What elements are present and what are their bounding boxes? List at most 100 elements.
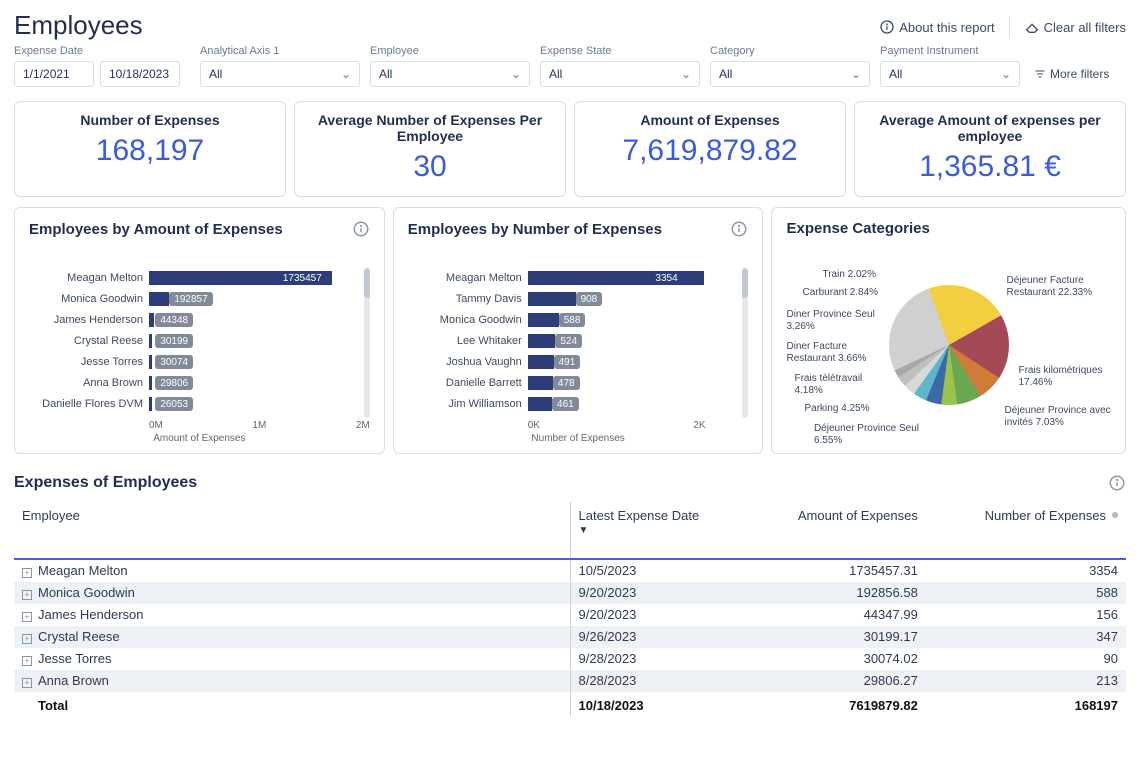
filter-label-employee: Employee — [370, 45, 530, 57]
bar-chart-amount[interactable]: Meagan Melton 1735457 Monica Goodwin 192… — [29, 268, 360, 418]
date-from-input[interactable]: 1/1/2021 — [14, 61, 94, 87]
bar-row[interactable]: Danielle Flores DVM 26053 — [29, 394, 360, 414]
table-row[interactable]: +Anna Brown 8/28/2023 29806.27 213 — [14, 670, 1126, 692]
bar-row[interactable]: Jesse Torres 30074 — [29, 352, 360, 372]
sort-desc-icon: ▼ — [579, 525, 718, 536]
scrollbar[interactable] — [742, 268, 748, 418]
expand-icon[interactable]: + — [22, 678, 32, 688]
bar-label: Jim Williamson — [408, 398, 528, 410]
table-row[interactable]: +Meagan Melton 10/5/2023 1735457.31 3354 — [14, 559, 1126, 582]
bar-row[interactable]: Monica Goodwin 192857 — [29, 289, 360, 309]
bar-label: Jesse Torres — [29, 356, 149, 368]
bar-label: James Henderson — [29, 314, 149, 326]
more-filters-link[interactable]: More filters — [1034, 61, 1109, 87]
page-title: Employees — [14, 10, 143, 41]
chart-card-amount: Employees by Amount of Expenses Meagan M… — [14, 207, 385, 454]
expand-icon[interactable]: + — [22, 568, 32, 578]
table-row[interactable]: +Crystal Reese 9/26/2023 30199.17 347 — [14, 626, 1126, 648]
filter-label-date: Expense Date — [14, 45, 190, 57]
pie-slice-label: Déjeuner FactureRestaurant 22.33% — [1006, 275, 1092, 299]
employee-select[interactable]: All⌄ — [370, 61, 530, 87]
table-total-row: Total 10/18/2023 7619879.82 168197 — [14, 692, 1126, 717]
bar-label: Meagan Melton — [29, 272, 149, 284]
payment-select[interactable]: All⌄ — [880, 61, 1020, 87]
bar-row[interactable]: Meagan Melton 3354 — [408, 268, 739, 288]
bar-row[interactable]: Anna Brown 29806 — [29, 373, 360, 393]
bar-row[interactable]: Meagan Melton 1735457 — [29, 268, 360, 288]
expand-icon[interactable]: + — [22, 612, 32, 622]
expand-icon[interactable]: + — [22, 590, 32, 600]
expenses-table[interactable]: Employee Latest Expense Date▼ Amount of … — [14, 502, 1126, 717]
bar-row[interactable]: Monica Goodwin 588 — [408, 310, 739, 330]
column-header-count[interactable]: Number of Expenses — [926, 502, 1126, 559]
metric-title: Number of Expenses — [29, 112, 271, 128]
scrollbar[interactable] — [364, 268, 370, 418]
about-report-label: About this report — [899, 20, 994, 35]
info-icon[interactable] — [730, 220, 748, 238]
eraser-icon — [1024, 19, 1040, 35]
date-to-input[interactable]: 10/18/2023 — [100, 61, 180, 87]
pie-slice-label: Diner Province Seul3.26% — [786, 309, 874, 333]
metric-card-avg-count: Average Number of Expenses Per Employee … — [294, 101, 566, 197]
pie-slice-label: Frais télétravail4.18% — [794, 373, 862, 397]
filter-label-category: Category — [710, 45, 870, 57]
pie-slice-label: Train 2.02% — [822, 269, 876, 281]
filter-label-payment: Payment Instrument — [880, 45, 1020, 57]
bar-label: Monica Goodwin — [29, 293, 149, 305]
bar-label: Monica Goodwin — [408, 314, 528, 326]
axis-label: Number of Expenses — [408, 433, 749, 444]
state-select[interactable]: All⌄ — [540, 61, 700, 87]
about-report-link[interactable]: About this report — [879, 19, 994, 35]
bar-row[interactable]: Joshua Vaughn 491 — [408, 352, 739, 372]
bar-label: Lee Whitaker — [408, 335, 528, 347]
options-icon[interactable] — [1112, 512, 1118, 518]
chart-card-pie: Expense Categories Déjeuner FactureResta… — [771, 207, 1126, 454]
table-row[interactable]: +James Henderson 9/20/2023 44347.99 156 — [14, 604, 1126, 626]
expand-icon[interactable]: + — [22, 656, 32, 666]
metric-title: Average Amount of expenses per employee — [869, 112, 1111, 144]
bar-label: Anna Brown — [29, 377, 149, 389]
pie-slice-label: Parking 4.25% — [804, 403, 869, 415]
axis-select[interactable]: All⌄ — [200, 61, 360, 87]
metric-title: Average Number of Expenses Per Employee — [309, 112, 551, 144]
pie-slice-label: Frais kilométriques17.46% — [1018, 365, 1102, 389]
table-row[interactable]: +Jesse Torres 9/28/2023 30074.02 90 — [14, 648, 1126, 670]
info-icon — [879, 19, 895, 35]
column-header-date[interactable]: Latest Expense Date▼ — [570, 502, 726, 559]
metric-value: 30 — [309, 150, 551, 184]
bar-row[interactable]: Danielle Barrett 478 — [408, 373, 739, 393]
pie-chart[interactable]: Déjeuner FactureRestaurant 22.33% Frais k… — [786, 245, 1111, 445]
bar-label: Tammy Davis — [408, 293, 528, 305]
bar-row[interactable]: Crystal Reese 30199 — [29, 331, 360, 351]
info-icon[interactable] — [1108, 474, 1126, 492]
chevron-down-icon: ⌄ — [681, 67, 691, 81]
metric-value: 1,365.81 € — [869, 150, 1111, 184]
clear-filters-link[interactable]: Clear all filters — [1024, 19, 1126, 35]
bar-chart-count[interactable]: Meagan Melton 3354 Tammy Davis 908 Monic… — [408, 268, 739, 418]
chevron-down-icon: ⌄ — [341, 67, 351, 81]
info-icon[interactable] — [352, 220, 370, 238]
filter-icon — [1034, 68, 1046, 80]
chart-title: Employees by Number of Expenses — [408, 221, 662, 238]
chart-title: Expense Categories — [786, 220, 929, 237]
chevron-down-icon: ⌄ — [511, 67, 521, 81]
table-row[interactable]: +Monica Goodwin 9/20/2023 192856.58 588 — [14, 582, 1126, 604]
divider — [1009, 16, 1010, 38]
filter-label-state: Expense State — [540, 45, 700, 57]
metric-value: 7,619,879.82 — [589, 134, 831, 168]
column-header-amount[interactable]: Amount of Expenses — [726, 502, 926, 559]
column-header-employee[interactable]: Employee — [14, 502, 570, 559]
expand-icon[interactable]: + — [22, 634, 32, 644]
metric-card-expenses-count: Number of Expenses 168,197 — [14, 101, 286, 197]
category-select[interactable]: All⌄ — [710, 61, 870, 87]
chart-title: Employees by Amount of Expenses — [29, 221, 283, 238]
pie-slice-label: Déjeuner Province avecinvités 7.03% — [1004, 405, 1110, 429]
filter-label-axis: Analytical Axis 1 — [200, 45, 360, 57]
bar-row[interactable]: James Henderson 44348 — [29, 310, 360, 330]
table-title: Expenses of Employees — [14, 474, 197, 492]
chart-card-count: Employees by Number of Expenses Meagan M… — [393, 207, 764, 454]
bar-row[interactable]: Jim Williamson 461 — [408, 394, 739, 414]
metric-value: 168,197 — [29, 134, 271, 168]
bar-row[interactable]: Lee Whitaker 524 — [408, 331, 739, 351]
bar-row[interactable]: Tammy Davis 908 — [408, 289, 739, 309]
